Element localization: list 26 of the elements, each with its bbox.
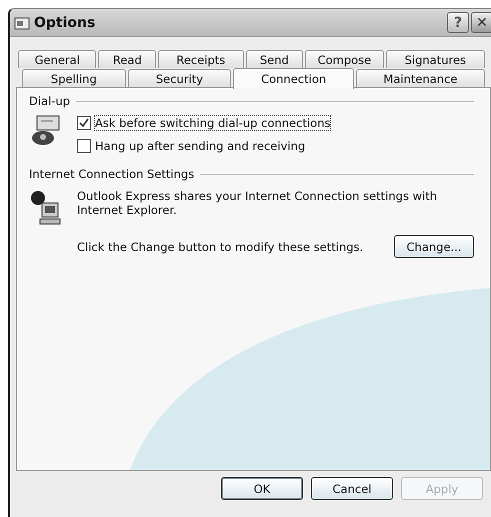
tab[interactable]: Spelling (22, 69, 126, 87)
globe-computer-icon (29, 189, 63, 227)
checkbox[interactable] (77, 139, 91, 153)
dialog-button[interactable]: OK (221, 477, 303, 500)
tab[interactable]: Maintenance (356, 69, 485, 87)
group-title: Internet Connection Settings (29, 167, 194, 181)
tab[interactable]: General (18, 50, 96, 68)
window-icon (14, 14, 30, 30)
tab[interactable]: Signatures (386, 50, 485, 68)
tab[interactable]: Compose (305, 50, 384, 68)
checkbox-label[interactable]: Ask before switching dial-up connections (95, 116, 330, 130)
description-text: Outlook Express shares your Internet Connection settings with Internet Explorer. (77, 189, 438, 217)
tab[interactable]: Security (128, 69, 232, 87)
change-button[interactable]: Change... (394, 235, 474, 258)
checkbox[interactable] (77, 116, 91, 130)
close-button[interactable]: ✕ (471, 12, 491, 33)
tab[interactable]: Read (98, 50, 156, 68)
window-title: Options (34, 14, 96, 30)
dialog-button[interactable]: Cancel (311, 477, 393, 500)
checkbox-label[interactable]: Hang up after sending and receiving (95, 139, 306, 153)
tab[interactable]: Receipts (158, 50, 244, 68)
tab[interactable]: Send (246, 50, 304, 68)
group-title: Dial-up (29, 94, 70, 108)
hint-text: Click the Change button to modify these settings. (77, 240, 364, 254)
help-button[interactable]: ? (447, 12, 469, 33)
tab[interactable]: Connection (233, 68, 354, 89)
